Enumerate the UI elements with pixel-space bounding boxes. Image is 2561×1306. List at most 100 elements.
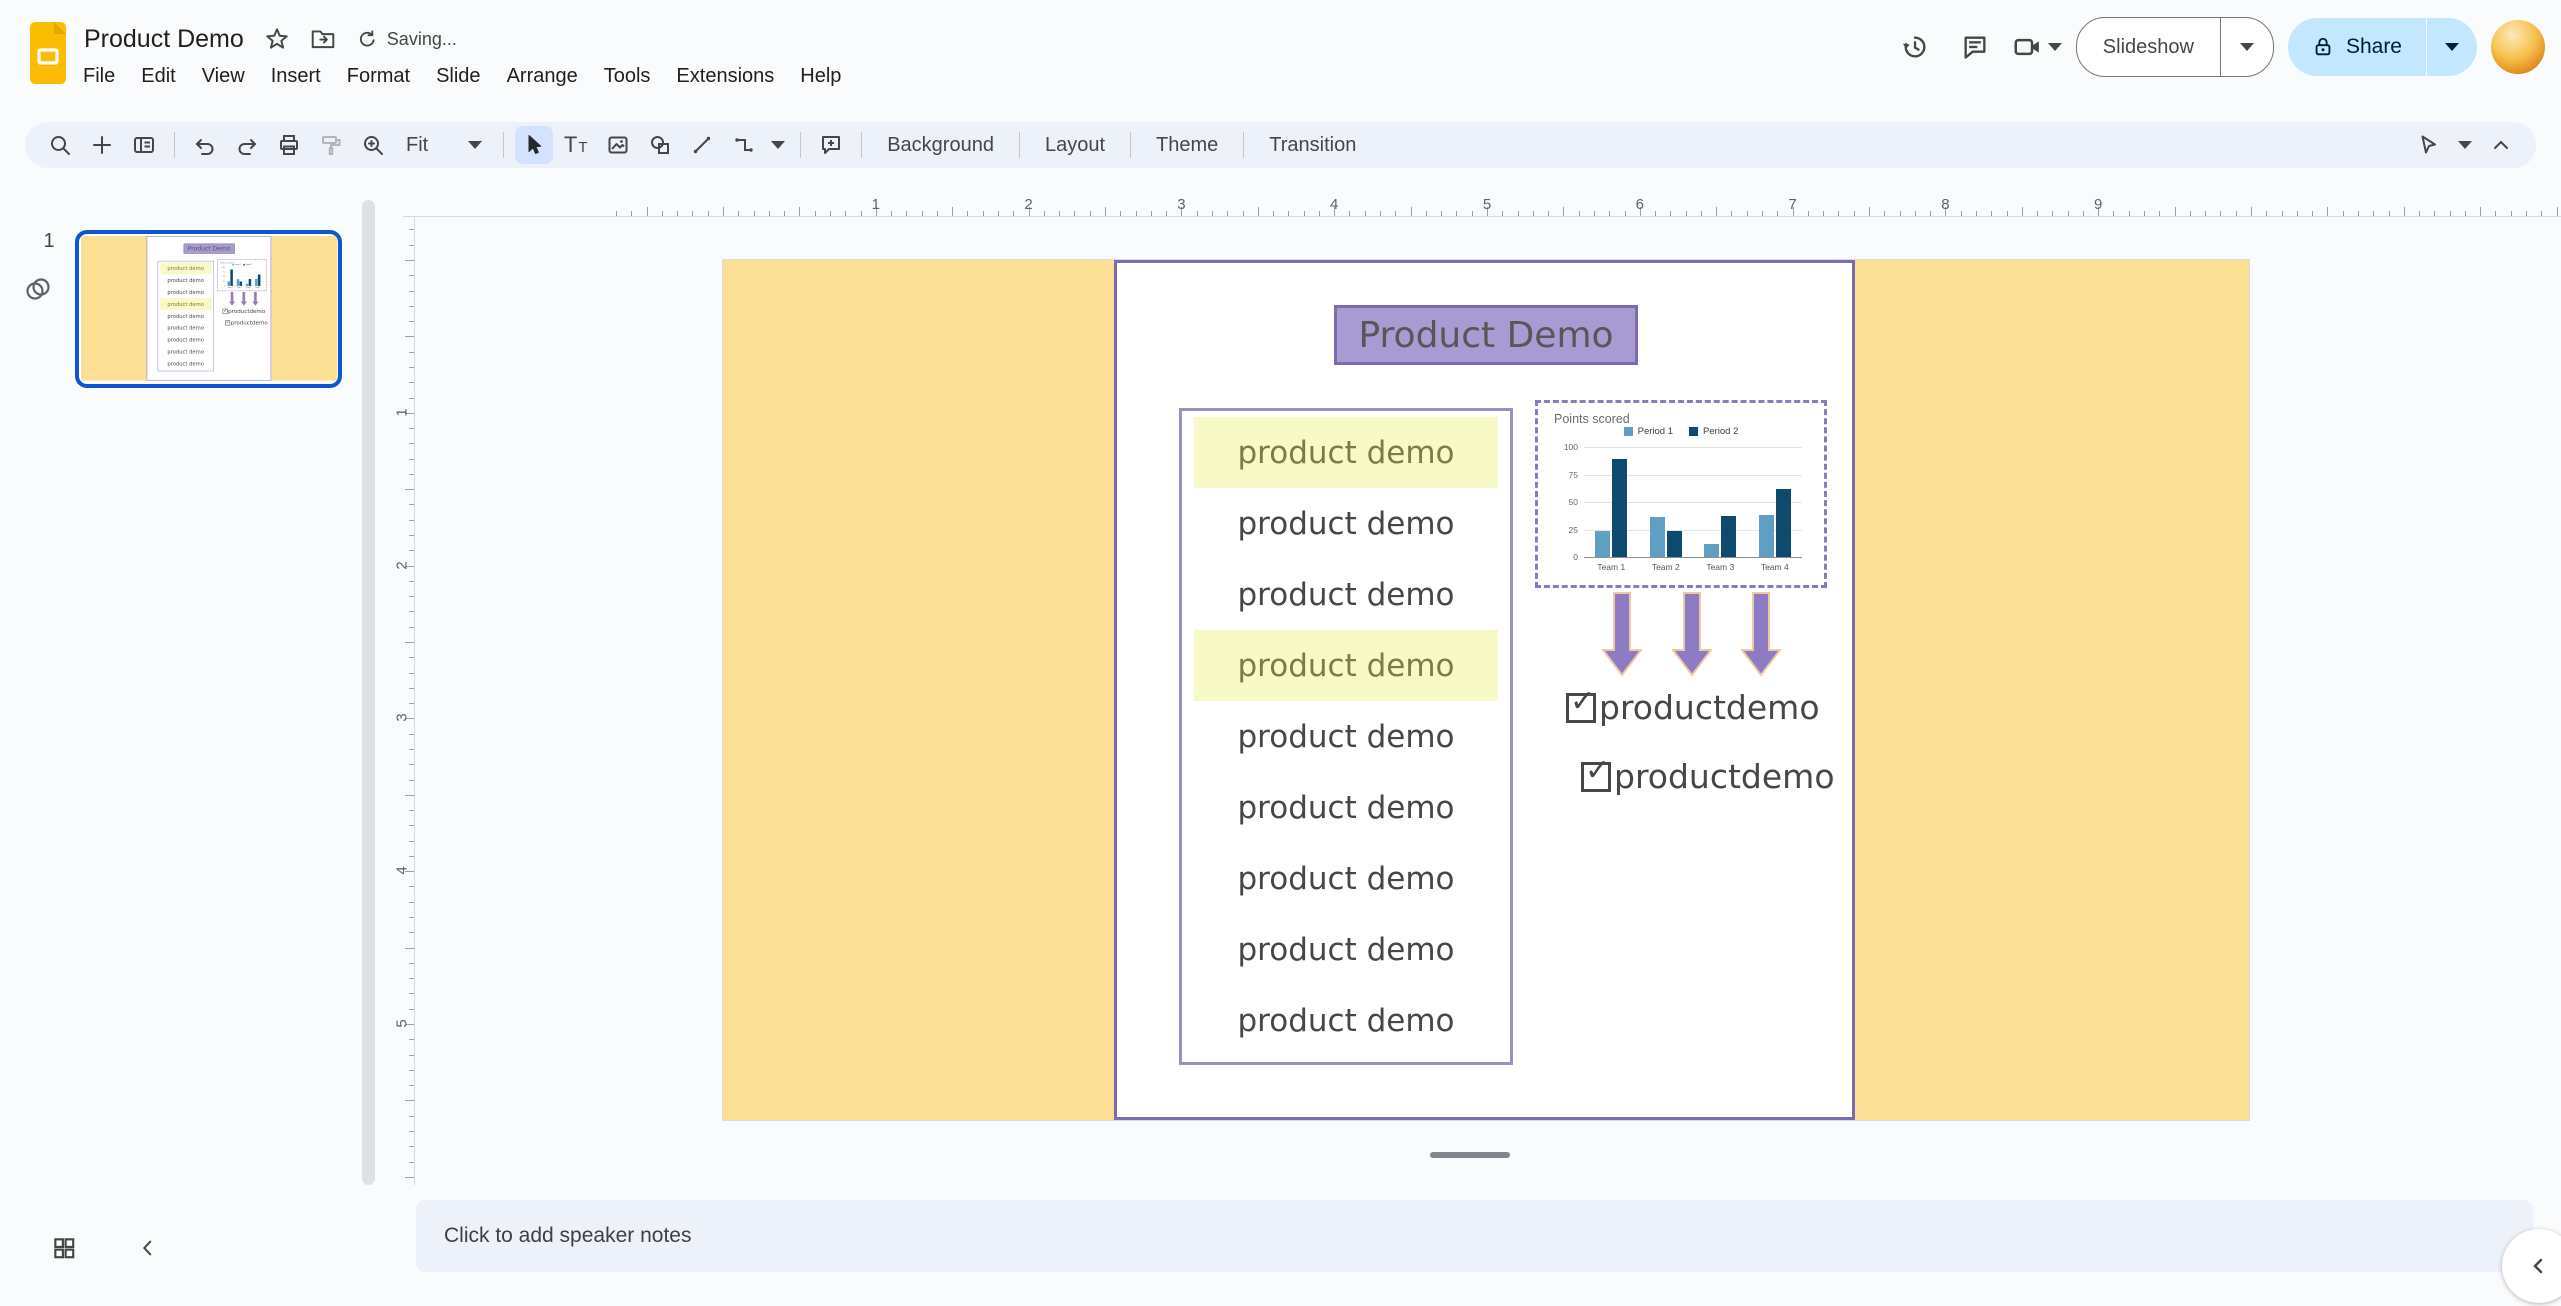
list-item[interactable]: product demo — [1194, 559, 1498, 630]
line-icon — [690, 133, 714, 157]
speaker-notes-input[interactable]: Click to add speaker notes — [416, 1200, 2533, 1272]
print-button[interactable] — [270, 126, 308, 164]
list-item[interactable]: product demo — [1194, 701, 1498, 772]
menu-item-insert[interactable]: Insert — [258, 60, 334, 93]
ruler-tick — [409, 1055, 414, 1056]
open-side-panel-button[interactable] — [2502, 1229, 2561, 1303]
list-item[interactable]: product demo — [1194, 843, 1498, 914]
menu-item-help[interactable]: Help — [787, 60, 854, 93]
chevron-down-icon[interactable] — [2458, 141, 2472, 149]
new-slide-button[interactable] — [83, 126, 121, 164]
toolbar-divider — [800, 132, 801, 158]
ruler-tick — [409, 688, 414, 689]
demo-list[interactable]: product demoproduct demoproduct demoprod… — [1179, 408, 1513, 1065]
ruler-tick — [405, 1100, 414, 1101]
slide-canvas[interactable]: Product Demo product demoproduct demopro… — [723, 260, 2249, 1120]
ruler-tick — [861, 211, 862, 216]
menu-item-edit[interactable]: Edit — [128, 60, 188, 93]
star-icon[interactable] — [264, 26, 290, 52]
insert-shape-button[interactable] — [641, 126, 679, 164]
menu-item-file[interactable]: File — [70, 60, 128, 93]
menu-item-arrange[interactable]: Arrange — [494, 60, 591, 93]
select-tool-button[interactable] — [515, 126, 553, 164]
share-options-button[interactable] — [2426, 18, 2477, 76]
version-history-button[interactable] — [1892, 24, 1938, 70]
new-slide-layout-button[interactable] — [125, 126, 163, 164]
menu-item-extensions[interactable]: Extensions — [663, 60, 787, 93]
join-call-button[interactable] — [2012, 32, 2062, 62]
ruler-tick — [409, 504, 414, 505]
list-item[interactable]: product demo — [1194, 772, 1498, 843]
list-item[interactable]: product demo — [1194, 417, 1498, 488]
speaker-notes-placeholder: Click to add speaker notes — [444, 1224, 691, 1248]
background-button[interactable]: Background — [871, 134, 1010, 157]
ruler-tick — [662, 211, 663, 216]
ruler-number: 6 — [1632, 196, 1648, 213]
grid-view-button[interactable] — [44, 1228, 84, 1268]
chevron-down-icon[interactable] — [771, 141, 785, 149]
ruler-tick — [2251, 207, 2252, 216]
ruler-tick — [1594, 211, 1595, 216]
zoom-select[interactable]: Fit — [394, 134, 494, 157]
ruler-tick — [1502, 211, 1503, 216]
collapse-filmstrip-button[interactable] — [128, 1228, 168, 1268]
document-title[interactable]: Product Demo — [84, 25, 244, 54]
ruler-tick — [1411, 207, 1412, 216]
slideshow-button[interactable]: Slideshow — [2077, 18, 2220, 76]
ruler-tick — [1456, 211, 1457, 216]
theme-button[interactable]: Theme — [1140, 134, 1234, 157]
undo-button[interactable] — [186, 126, 224, 164]
ruler-tick — [409, 1085, 414, 1086]
ruler-tick — [1808, 211, 1809, 216]
chart-selection[interactable]: Points scored Period 1Period 2 025507510… — [1535, 400, 1827, 588]
account-avatar[interactable] — [2491, 20, 2545, 74]
move-folder-icon[interactable] — [310, 26, 336, 52]
checkbox-item[interactable]: ✓productdemo — [1581, 757, 1835, 796]
down-arrow-shape[interactable] — [1672, 592, 1712, 677]
search-menus-button[interactable] — [41, 126, 79, 164]
down-arrow-shape[interactable] — [1741, 592, 1781, 677]
filmstrip-scrollbar[interactable] — [362, 200, 375, 1185]
bar-chart[interactable]: Points scored Period 1Period 2 025507510… — [1544, 409, 1818, 579]
list-item[interactable]: product demo — [1194, 630, 1498, 701]
transition-button[interactable]: Transition — [1253, 134, 1372, 157]
ruler-tick — [2282, 211, 2283, 216]
ruler-tick — [616, 211, 617, 216]
down-arrow-shape[interactable] — [1602, 592, 1642, 677]
chart-selection: Points scored Period 1Period 2 025507510… — [217, 260, 266, 292]
insert-connector-button[interactable] — [725, 126, 763, 164]
slideshow-options-button[interactable] — [2220, 18, 2273, 76]
share-button[interactable]: Share — [2288, 18, 2426, 76]
slide-title-shape[interactable]: Product Demo — [1334, 305, 1638, 365]
text-box-button[interactable]: TT — [557, 126, 595, 164]
slides-logo-icon[interactable] — [30, 22, 66, 84]
chart-bar — [1704, 544, 1719, 557]
list-item[interactable]: product demo — [1194, 985, 1498, 1056]
ruler-tick — [1227, 211, 1228, 216]
slide-thumbnail[interactable]: Product Demo product demoproduct demopro… — [75, 230, 342, 388]
menu-item-tools[interactable]: Tools — [591, 60, 664, 93]
insert-line-button[interactable] — [683, 126, 721, 164]
ruler-tick — [2129, 211, 2130, 216]
zoom-button[interactable] — [354, 126, 392, 164]
insert-image-button[interactable] — [599, 126, 637, 164]
menu-item-slide[interactable]: Slide — [423, 60, 493, 93]
comments-button[interactable] — [1952, 24, 1998, 70]
paint-format-button[interactable] — [312, 126, 350, 164]
redo-button[interactable] — [228, 126, 266, 164]
ruler-tick — [409, 886, 414, 887]
menu-item-view[interactable]: View — [189, 60, 258, 93]
save-status[interactable]: Saving... — [356, 28, 457, 50]
add-comment-button[interactable] — [812, 126, 850, 164]
ruler-tick — [409, 306, 414, 307]
menu-item-format[interactable]: Format — [334, 60, 423, 93]
layout-button[interactable]: Layout — [1029, 134, 1121, 157]
list-item[interactable]: product demo — [1194, 914, 1498, 985]
canvas-horizontal-scrollbar[interactable] — [1430, 1152, 1510, 1158]
list-item: product demo — [160, 310, 211, 322]
hide-menus-button[interactable] — [2482, 126, 2520, 164]
list-item[interactable]: product demo — [1194, 488, 1498, 559]
ruler-tick — [2480, 207, 2481, 216]
pointer-mode-button[interactable] — [2410, 126, 2448, 164]
checkbox-item[interactable]: ✓productdemo — [1566, 688, 1820, 727]
